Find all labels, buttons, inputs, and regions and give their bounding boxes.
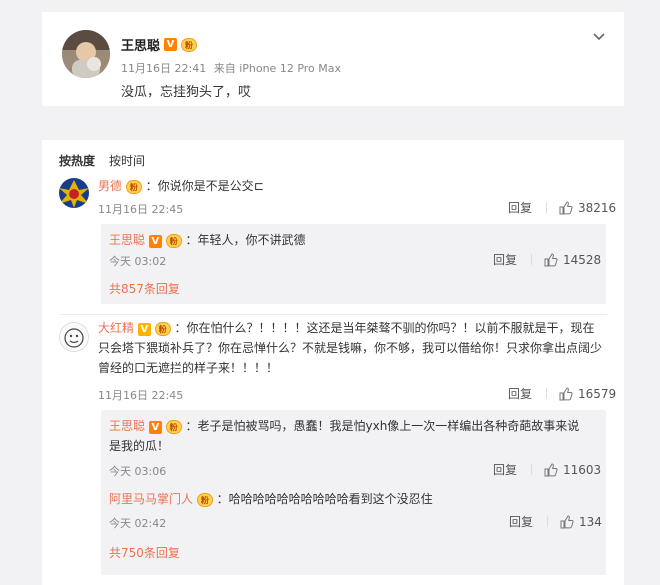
reply-username[interactable]: 王思聪 [109,419,145,433]
verified-badge: V [148,421,162,434]
thumbs-up-icon [544,462,558,476]
more-replies-link[interactable]: 共857条回复 [109,280,180,297]
reply-text: 王思聪 V 粉 ：老子是怕被骂吗，愚蠢！我是怕yxh像上一次一样编出各种奇葩故事… [109,419,580,453]
like-button[interactable]: 14528 [544,253,601,267]
avatar[interactable] [59,178,89,208]
post-source: 来自 iPhone 12 Pro Max [213,62,342,75]
fan-badge-icon: 粉 [196,493,213,507]
like-button[interactable]: 38216 [559,201,616,215]
comment-actions: 回复 38216 [508,199,616,216]
verified-badge: V [164,38,178,51]
reply-button[interactable]: 回复 [508,385,532,402]
verified-badge: V [137,323,151,336]
post-time[interactable]: 11月16日 22:41 [121,62,206,75]
divider [547,516,549,527]
username[interactable]: 王思聪 [121,35,160,54]
comment-username[interactable]: 男德 [98,179,122,193]
divider [546,202,548,213]
fan-badge-icon: 粉 [165,234,182,248]
reply-button[interactable]: 回复 [508,199,532,216]
like-button[interactable]: 11603 [544,463,601,477]
comment-text: 男德 粉 ：你说你是不是公交⊏ [98,179,264,194]
divider [531,464,533,475]
comment-text: 大红精 V 粉 ：你在怕什么？！！！！这还是当年桀骜不驯的你吗？！以前不服就是干… [98,321,603,375]
reply-button[interactable]: 回复 [493,461,517,478]
reply-time: 今天 02:42 [109,517,167,530]
like-count: 11603 [563,462,602,477]
sort-tabs: 按热度 按时间 [59,152,145,169]
tab-time[interactable]: 按时间 [109,152,145,169]
reply-box: 王思聪 V 粉 ：老子是怕被骂吗，愚蠢！我是怕yxh像上一次一样编出各种奇葩故事… [101,410,606,575]
post-meta: 11月16日 22:41 来自 iPhone 12 Pro Max [121,60,345,76]
fan-badge-icon: 粉 [165,420,182,434]
reply-time: 今天 03:06 [109,465,167,478]
reply-actions: 回复 11603 [493,461,601,478]
reply-button[interactable]: 回复 [509,513,533,530]
avatar[interactable] [59,322,89,352]
thumbs-up-icon [544,252,558,266]
chevron-down-icon[interactable] [592,30,606,44]
divider [531,254,533,265]
thumbs-up-icon [559,200,573,214]
like-count: 38216 [578,200,617,215]
reply-actions: 回复 14528 [493,251,601,268]
comment-actions: 回复 16579 [508,385,616,402]
reply-text: 王思聪 V 粉 ：年轻人，你不讲武德 [109,233,306,248]
reply-time: 今天 03:02 [109,255,167,268]
weibo-post-card: 王思聪 V 粉 11月16日 22:41 来自 iPhone 12 Pro Ma… [42,12,624,106]
reply-button[interactable]: 回复 [493,251,517,268]
divider [546,388,548,399]
more-replies-link[interactable]: 共750条回复 [109,544,180,561]
thumbs-up-icon [559,386,573,400]
post-text: 没瓜，忘挂狗头了，哎 [121,85,252,100]
reply-username[interactable]: 王思聪 [109,233,145,247]
comment-username[interactable]: 大红精 [98,321,134,335]
comments-section: 按热度 按时间 男德 粉 ：你说你是不是公交⊏ 11月16日 22:45 回复 … [42,140,624,585]
post-author: 王思聪 V 粉 [121,35,198,54]
thumbs-up-icon [560,514,574,528]
fan-badge-icon: 粉 [125,180,142,194]
verified-badge: V [148,235,162,248]
divider [59,314,607,315]
reply-username[interactable]: 阿里马马掌门人 [109,492,193,506]
reply-text: 阿里马马掌门人 粉 ：哈哈哈哈哈哈哈哈哈哈看到这个没忍住 [109,492,433,507]
like-count: 16579 [578,386,617,401]
comment-time: 11月16日 22:45 [98,203,184,216]
like-count: 14528 [563,252,602,267]
like-button[interactable]: 16579 [559,387,616,401]
comment-time: 11月16日 22:45 [98,389,184,402]
fan-badge-icon: 粉 [154,322,171,336]
like-button[interactable]: 134 [560,515,602,529]
fan-badge-icon: 粉 [181,37,198,52]
reply-box: 王思聪 V 粉 ：年轻人，你不讲武德 今天 03:02 回复 14528 共85… [101,224,606,304]
avatar[interactable] [62,30,110,78]
like-count: 134 [579,514,602,529]
reply-actions: 回复 134 [509,513,602,530]
tab-hot[interactable]: 按热度 [59,152,95,169]
